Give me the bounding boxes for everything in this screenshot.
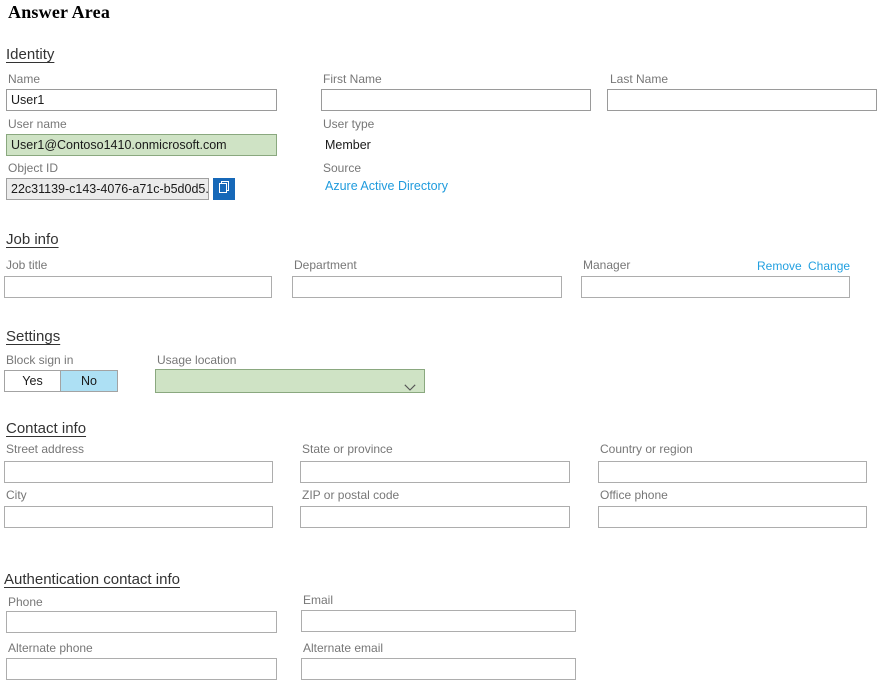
section-heading-identity: Identity bbox=[6, 46, 55, 63]
label-first-name: First Name bbox=[323, 72, 382, 86]
label-user-type: User type bbox=[323, 117, 375, 131]
label-source: Source bbox=[323, 161, 362, 175]
manager-change-link[interactable]: Change bbox=[808, 259, 850, 273]
copy-icon bbox=[217, 180, 231, 199]
section-heading-contact-info: Contact info bbox=[6, 420, 87, 437]
page-title: Answer Area bbox=[8, 2, 111, 22]
zip-or-postal-code-input[interactable] bbox=[300, 506, 570, 528]
copy-object-id-button[interactable] bbox=[213, 178, 235, 200]
manager-input[interactable] bbox=[581, 276, 850, 298]
block-sign-in-option-no[interactable]: No bbox=[61, 370, 118, 392]
label-name: Name bbox=[8, 72, 41, 86]
label-office-phone: Office phone bbox=[600, 488, 668, 502]
department-input[interactable] bbox=[292, 276, 562, 298]
label-block-sign-in: Block sign in bbox=[6, 353, 74, 367]
first-name-input[interactable] bbox=[321, 89, 591, 111]
label-city: City bbox=[6, 488, 27, 502]
alternate-phone-input[interactable] bbox=[6, 658, 277, 680]
manager-remove-link[interactable]: Remove bbox=[757, 259, 802, 273]
alternate-email-input[interactable] bbox=[301, 658, 576, 680]
label-country-or-region: Country or region bbox=[600, 442, 693, 456]
user-name-input[interactable]: User1@Contoso1410.onmicrosoft.com bbox=[6, 134, 277, 156]
last-name-input[interactable] bbox=[607, 89, 877, 111]
label-state-or-province: State or province bbox=[302, 442, 393, 456]
object-id-input[interactable]: 22c31139-c143-4076-a71c-b5d0d5... bbox=[6, 178, 209, 200]
label-department: Department bbox=[294, 258, 357, 272]
label-object-id: Object ID bbox=[8, 161, 59, 175]
label-alternate-email: Alternate email bbox=[303, 641, 384, 655]
block-sign-in-toggle[interactable]: Yes No bbox=[4, 370, 118, 392]
state-or-province-input[interactable] bbox=[300, 461, 570, 483]
label-email: Email bbox=[303, 593, 334, 607]
country-or-region-input[interactable] bbox=[598, 461, 867, 483]
office-phone-input[interactable] bbox=[598, 506, 867, 528]
name-input[interactable]: User1 bbox=[6, 89, 277, 111]
label-manager: Manager bbox=[583, 258, 631, 272]
section-heading-job-info: Job info bbox=[6, 231, 59, 248]
label-job-title: Job title bbox=[6, 258, 48, 272]
label-user-name: User name bbox=[8, 117, 67, 131]
job-title-input[interactable] bbox=[4, 276, 272, 298]
user-type-value: Member bbox=[325, 138, 371, 152]
label-phone: Phone bbox=[8, 595, 43, 609]
label-zip-or-postal-code: ZIP or postal code bbox=[302, 488, 400, 502]
section-heading-auth-contact-info: Authentication contact info bbox=[4, 571, 180, 588]
block-sign-in-option-yes[interactable]: Yes bbox=[4, 370, 61, 392]
label-street-address: Street address bbox=[6, 442, 85, 456]
usage-location-dropdown[interactable] bbox=[155, 369, 425, 393]
email-input[interactable] bbox=[301, 610, 576, 632]
label-usage-location: Usage location bbox=[157, 353, 237, 367]
section-heading-settings: Settings bbox=[6, 328, 61, 345]
label-last-name: Last Name bbox=[610, 72, 669, 86]
chevron-down-icon bbox=[404, 378, 416, 391]
city-input[interactable] bbox=[4, 506, 273, 528]
source-link-azure-active-directory[interactable]: Azure Active Directory bbox=[325, 179, 448, 193]
street-address-input[interactable] bbox=[4, 461, 273, 483]
label-alternate-phone: Alternate phone bbox=[8, 641, 93, 655]
phone-input[interactable] bbox=[6, 611, 277, 633]
